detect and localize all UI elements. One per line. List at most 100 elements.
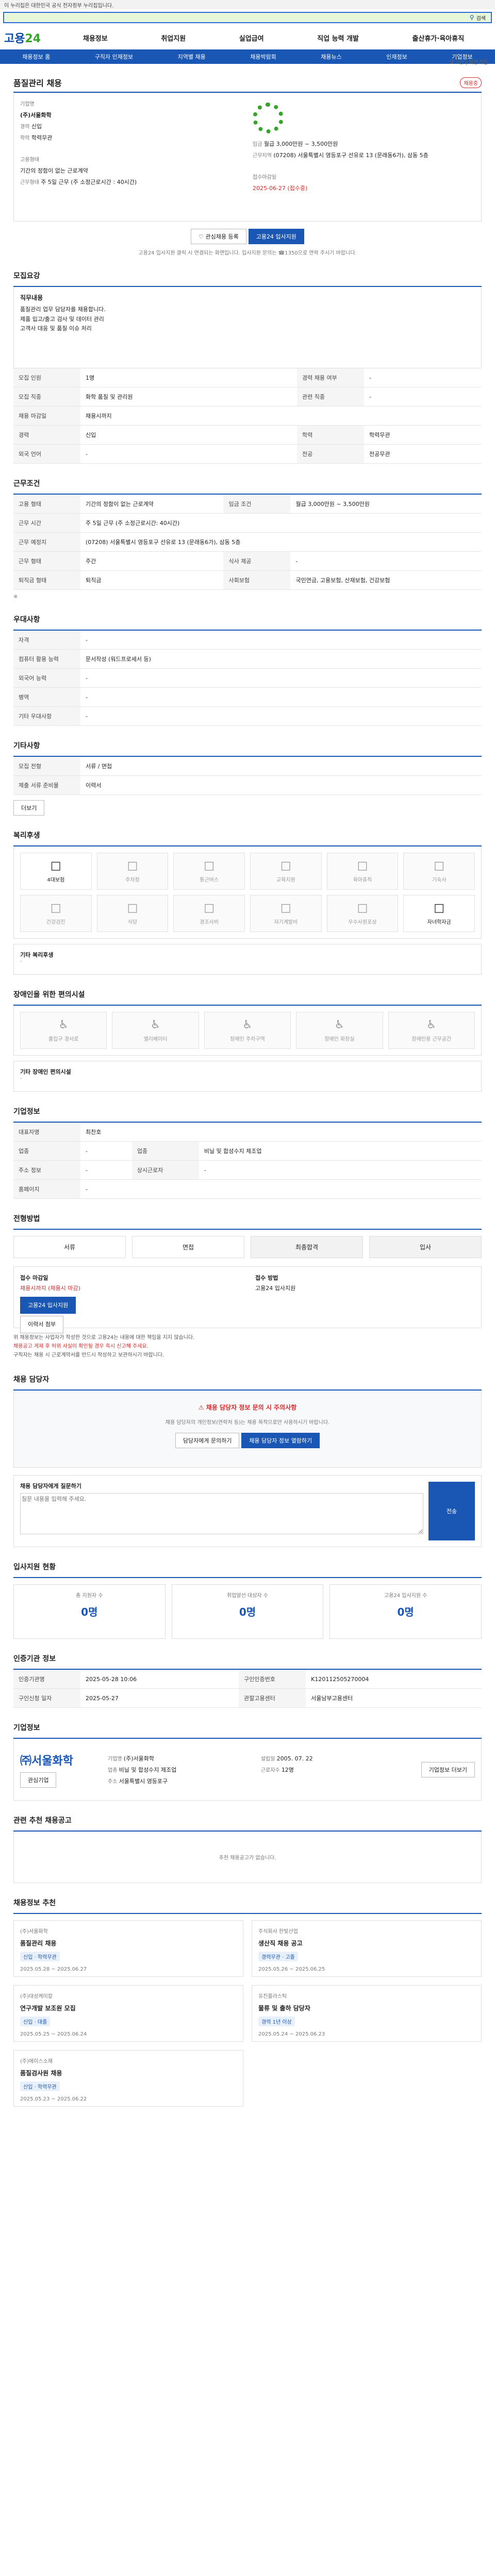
ask-contact-button[interactable]: 담당자에게 문의하기	[175, 1433, 240, 1448]
welfare-icon: □	[434, 902, 445, 914]
welfare-label: 교육지원	[276, 877, 295, 883]
job-title[interactable]: 품질관리 채용	[20, 1939, 237, 1947]
table-row: 채용 마감일 채용시까지	[13, 406, 482, 426]
welfare-label: 자녀학자금	[427, 920, 451, 925]
table-row: 기타 우대사항 -	[13, 706, 482, 726]
row-value: -	[80, 1160, 132, 1180]
disability-icon: ♿	[242, 1019, 253, 1031]
welfare-section: 복리후생 □ 4대보험 □ 주차장 □ 통근버스 □ 교육지원 □ 육아휴직 □ 기숙사 □ 건강검진 □ 식…	[13, 825, 482, 975]
disability-icon: ♿	[426, 1019, 437, 1031]
job-card[interactable]: 유진플라스틱 물류 및 출하 담당자 경력 1년 이상 2025.05.24 ~ 20…	[252, 1985, 482, 2042]
more-button[interactable]: 더보기	[13, 800, 45, 816]
alert-icon: ⚠	[198, 1404, 204, 1411]
inquiry-title: 채용 담당자에게 질문하기	[20, 1483, 81, 1489]
workhours-value: 주 5일 근무 (주 소정근로시간 : 40시간)	[41, 179, 137, 185]
welfare-item: □ 자녀학자금	[403, 895, 475, 932]
company-table: 대표자명 최찬호 업종 - 업종 비닐 및 합성수지 제조업 주소 정보 - 상시근로자 - 홈페이…	[13, 1123, 482, 1199]
other-jobs-section: 채용정보 추천 (주)서울화학 품질관리 채용 신입 · 학력무관 2025.05.2…	[13, 1892, 482, 2107]
site-logo[interactable]: 고용24	[4, 29, 41, 46]
welfare-icon: □	[280, 859, 291, 872]
job-info-section: 모집요강 직무내용 품질관리 업무 담당자를 채용합니다. 제품 입고/출고 검…	[13, 265, 482, 464]
welfare-icon: □	[204, 902, 215, 914]
table-row: 퇴직금 형태 퇴직금 사회보험 국민연금, 고용보험, 산재보험, 건강보험	[13, 570, 482, 590]
row-value: 주 5일 근무 (주 소정근로시간: 40시간)	[80, 513, 482, 533]
row-label: 임금 조건	[223, 495, 291, 514]
inquiry-textarea[interactable]	[20, 1493, 423, 1534]
job-card[interactable]: (주)에이스소재 품질검사원 채용 신입 · 학력무관 2025.05.23 ~ 20…	[13, 2050, 243, 2107]
company-card: ㈜서울화학 관심기업 기업명 (주)서울화학 설립일 2005. 07. 22 업종…	[13, 1739, 482, 1801]
job-title[interactable]: 물류 및 출하 담당자	[258, 2004, 475, 2012]
lnb-item[interactable]: 채용뉴스	[321, 53, 341, 61]
view-contact-button[interactable]: 채용 담당자 정보 열람하기	[241, 1433, 320, 1448]
row-label: 대표자명	[13, 1123, 80, 1142]
disability-section: 장애인을 위한 편의시설 ♿ 출입구 경사로 ♿ 엘리베이터 ♿ 장애인 주차구역 ♿ 장애인…	[13, 984, 482, 1092]
disability-item: ♿ 장애인용 근무공간	[388, 1012, 475, 1049]
process-apply-button[interactable]: 고용24 입사지원	[20, 1296, 76, 1314]
contact-warning-box: ⚠ 채용 담당자 정보 문의 시 주의사항 채용 담당자의 개인정보(연락처 등…	[13, 1391, 482, 1468]
disability-item: ♿ 엘리베이터	[112, 1012, 199, 1049]
gnb-item[interactable]: 채용정보	[83, 33, 108, 43]
row-value: 국민연금, 고용보험, 산재보험, 건강보험	[290, 570, 482, 590]
company-name[interactable]: (주)서울화학	[20, 110, 242, 121]
job-date: 2025.05.26 ~ 2025.06.25	[258, 1967, 325, 1972]
section-title: 인증기관 정보	[13, 1648, 482, 1670]
stat-label: 총 지원자 수	[76, 1593, 103, 1599]
section-title: 채용 담당자	[13, 1369, 482, 1391]
lnb-item[interactable]: 채용정보 홈	[22, 53, 50, 61]
job-header: 품질관리 채용 채용중 기업명 (주)서울화학 경력 신입 학력 학력무관 고용…	[13, 73, 482, 256]
attach-resume-button[interactable]: 이력서 첨부	[20, 1316, 64, 1334]
job-title[interactable]: 생산직 채용 공고	[258, 1939, 475, 1947]
stat-card: 총 지원자 수 0명	[13, 1584, 166, 1639]
job-title[interactable]: 연구개발 보조원 모집	[20, 2004, 237, 2012]
gnb-item[interactable]: 취업지원	[161, 33, 186, 43]
other-table: 모집 전형 서류 / 면접 제출 서류 준비물 이력서	[13, 757, 482, 795]
row-value: -	[290, 551, 482, 571]
table-row: 외국어 능력 -	[13, 668, 482, 688]
job-card[interactable]: (주)대성케미칼 연구개발 보조원 모집 신입 · 대졸 2025.05.25 ~ 2…	[13, 1985, 243, 2042]
save-job-button[interactable]: ♡ 관심채용 등록	[191, 229, 246, 244]
search-input[interactable]: ⚲ 검색	[3, 12, 492, 23]
gnb-item[interactable]: 실업급여	[239, 33, 264, 43]
lnb-item[interactable]: 채용박람회	[250, 53, 276, 61]
job-company: (주)대성케미칼	[20, 1994, 53, 1999]
process-step-label: 서류	[63, 1244, 76, 1251]
row-value: 전공무관	[364, 444, 482, 464]
section-title: 관련 추천 채용공고	[13, 1810, 482, 1832]
row-value: 주간	[80, 551, 224, 571]
row-label: 학력	[297, 425, 365, 445]
send-button[interactable]: 전송	[428, 1482, 475, 1540]
loading-spinner-icon	[253, 103, 284, 133]
row-label: 관할고용센터	[239, 1688, 306, 1708]
row-label: 사회보험	[223, 570, 291, 590]
lnb-item[interactable]: 지역별 채용	[178, 53, 206, 61]
welfare-label: 식당	[127, 920, 138, 925]
welfare-icon: □	[50, 902, 61, 914]
company-more-button[interactable]: 기업정보 더보기	[421, 1761, 475, 1777]
company-info-label: 근로자수	[260, 1767, 282, 1773]
table-row: 대표자명 최찬호	[13, 1123, 482, 1142]
disability-grid: ♿ 출입구 경사로 ♿ 엘리베이터 ♿ 장애인 주차구역 ♿ 장애인 화장실 ♿ 장애인용 근무공…	[20, 1012, 475, 1049]
table-row: 병역 -	[13, 687, 482, 707]
job-card[interactable]: (주)서울화학 품질관리 채용 신입 · 학력무관 2025.05.28 ~ 2025…	[13, 1920, 243, 1977]
stat-card: 취업알선 대상자 수 0명	[171, 1584, 324, 1639]
job-meta: 경력무관 · 고졸	[258, 1952, 298, 1961]
row-value: 2025-05-27	[80, 1688, 239, 1708]
gnb-item[interactable]: 직업 능력 개발	[317, 33, 359, 43]
lnb-item[interactable]: 인재정보	[386, 53, 407, 61]
follow-company-button[interactable]: 관심기업	[20, 1772, 57, 1788]
search-button-label[interactable]: 검색	[476, 14, 486, 22]
apply-button[interactable]: 고용24 입사지원	[248, 229, 304, 244]
local-nav: 채용정보 홈 구직자 인재정보 지역별 채용 채용박람회 채용뉴스 인재정보 기…	[0, 49, 495, 64]
job-company: 유진플라스틱	[258, 1994, 287, 1999]
job-card[interactable]: 주식회사 한빛산업 생산직 채용 공고 경력무관 · 고졸 2025.05.26 ~ …	[252, 1920, 482, 1977]
lnb-item[interactable]: 구직자 인재정보	[95, 53, 133, 61]
row-label: 모집 전형	[13, 757, 80, 776]
search-icon[interactable]: ⚲	[470, 14, 474, 21]
login-link[interactable]: 로그인	[450, 60, 464, 65]
job-title[interactable]: 품질검사원 채용	[20, 2069, 237, 2077]
salary-value: 월급 3,000만원 ~ 3,500만원	[263, 141, 338, 147]
signup-link[interactable]: 회원가입	[469, 60, 488, 65]
welfare-item: □ 4대보험	[20, 853, 92, 890]
gnb-item[interactable]: 출산휴가·육아휴직	[412, 33, 465, 43]
table-row: 인증기관명 2025-05-28 10:06 구인인증번호 K120112505270…	[13, 1670, 482, 1689]
